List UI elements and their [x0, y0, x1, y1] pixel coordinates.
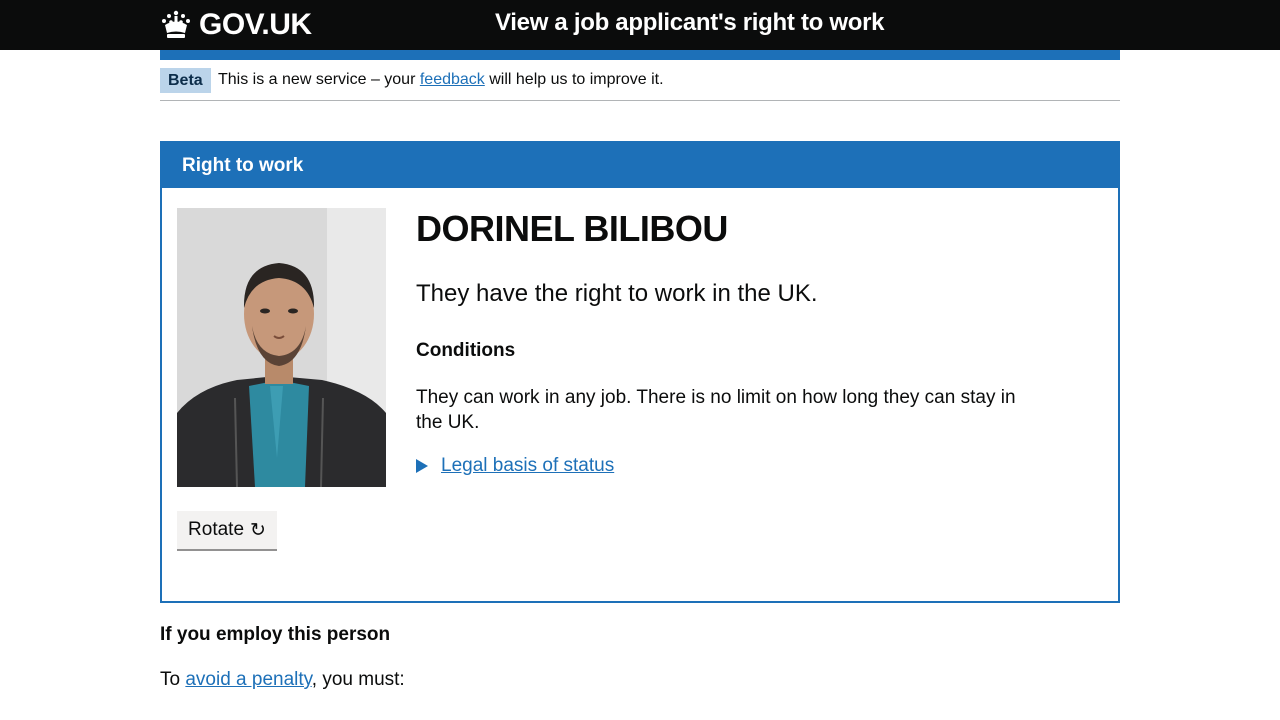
conditions-heading: Conditions	[416, 340, 516, 361]
phase-text-after: will help us to improve it.	[484, 71, 664, 88]
right-to-work-status: They have the right to work in the UK.	[416, 280, 818, 307]
phase-banner: Beta This is a new service – your feedba…	[160, 60, 1120, 101]
rotate-button[interactable]: Rotate ↻	[177, 511, 277, 551]
applicant-photo	[177, 208, 386, 487]
feedback-link[interactable]: feedback	[420, 71, 485, 88]
applicant-photo-image	[177, 208, 386, 487]
header-container: GOV.UK View a job applicant's right to w…	[160, 0, 1120, 50]
conditions-text: They can work in any job. There is no li…	[416, 387, 1016, 433]
penalty-text-before: To	[160, 669, 186, 690]
phase-text-before: This is a new service – your	[218, 71, 420, 88]
beta-tag: Beta	[160, 68, 211, 93]
applicant-name: DORINEL BILIBOU	[416, 208, 728, 249]
panel-header: Right to work	[162, 143, 1118, 188]
legal-basis-details[interactable]: Legal basis of status	[416, 455, 614, 477]
panel-title: Right to work	[182, 155, 304, 176]
penalty-paragraph: To avoid a penalty, you must:	[160, 669, 405, 691]
rotate-button-label: Rotate	[188, 519, 245, 540]
logo-text: GOV.UK	[199, 8, 312, 41]
service-name[interactable]: View a job applicant's right to work	[495, 9, 885, 37]
rotate-icon: ↻	[250, 519, 266, 541]
avoid-penalty-link[interactable]: avoid a penalty	[185, 669, 311, 690]
header-blue-strip	[160, 50, 1120, 60]
employ-heading: If you employ this person	[160, 624, 391, 645]
site-header: GOV.UK View a job applicant's right to w…	[0, 0, 1280, 50]
expand-triangle-icon[interactable]	[416, 459, 428, 473]
phase-banner-text: This is a new service – your feedback wi…	[218, 70, 664, 90]
right-to-work-panel: Right to work Rotate ↻ DORINEL BILIBOU T…	[160, 141, 1120, 603]
govuk-logo-link[interactable]: GOV.UK	[160, 6, 312, 44]
crown-icon	[162, 10, 190, 38]
legal-basis-link[interactable]: Legal basis of status	[441, 455, 614, 477]
penalty-text-after: , you must:	[311, 669, 405, 690]
